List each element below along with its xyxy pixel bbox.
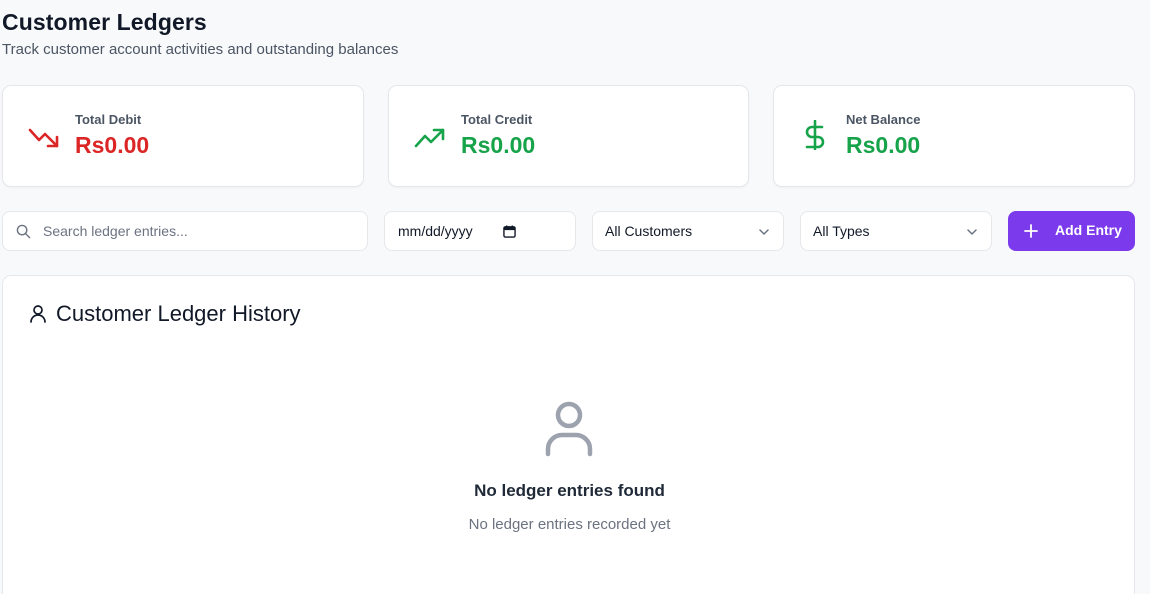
trending-up-icon (414, 128, 445, 148)
total-credit-value: Rs0.00 (461, 132, 536, 158)
plus-icon (1024, 224, 1038, 238)
net-balance-value: Rs0.00 (846, 132, 921, 158)
empty-state-subtitle: No ledger entries recorded yet (468, 516, 671, 533)
add-entry-label: Add Entry (1055, 222, 1122, 238)
type-select[interactable]: All Types (800, 211, 992, 251)
total-credit-card: Total Credit Rs0.00 (388, 85, 749, 187)
customer-select[interactable]: All Customers (592, 211, 784, 251)
calendar-icon[interactable] (503, 225, 516, 238)
dollar-icon (805, 120, 825, 150)
net-balance-label: Net Balance (846, 112, 921, 127)
empty-user-icon (545, 401, 593, 457)
total-debit-value: Rs0.00 (75, 132, 150, 158)
page-subtitle: Track customer account activities and ou… (2, 41, 399, 58)
total-credit-label: Total Credit (461, 112, 533, 127)
type-select-value: All Types (813, 223, 870, 239)
search-icon (16, 224, 31, 239)
user-icon (30, 305, 46, 323)
date-input[interactable]: mm/dd/yyyy (384, 211, 576, 251)
total-debit-label: Total Debit (75, 112, 142, 127)
trending-down-icon (28, 128, 59, 148)
ledger-history-card: Customer Ledger History No ledger entrie… (2, 275, 1135, 594)
ledger-history-title: Customer Ledger History (56, 301, 301, 326)
search-box (2, 211, 368, 251)
page-title: Customer Ledgers (2, 9, 207, 35)
chevron-down-icon (759, 229, 769, 235)
search-input[interactable] (43, 212, 343, 250)
chevron-down-icon (967, 229, 977, 235)
customer-select-value: All Customers (605, 223, 693, 239)
net-balance-card: Net Balance Rs0.00 (773, 85, 1135, 187)
total-debit-card: Total Debit Rs0.00 (2, 85, 364, 187)
add-entry-button[interactable]: Add Entry (1008, 211, 1135, 251)
empty-state-title: No ledger entries found (474, 481, 665, 500)
date-placeholder: mm/dd/yyyy (398, 223, 473, 239)
